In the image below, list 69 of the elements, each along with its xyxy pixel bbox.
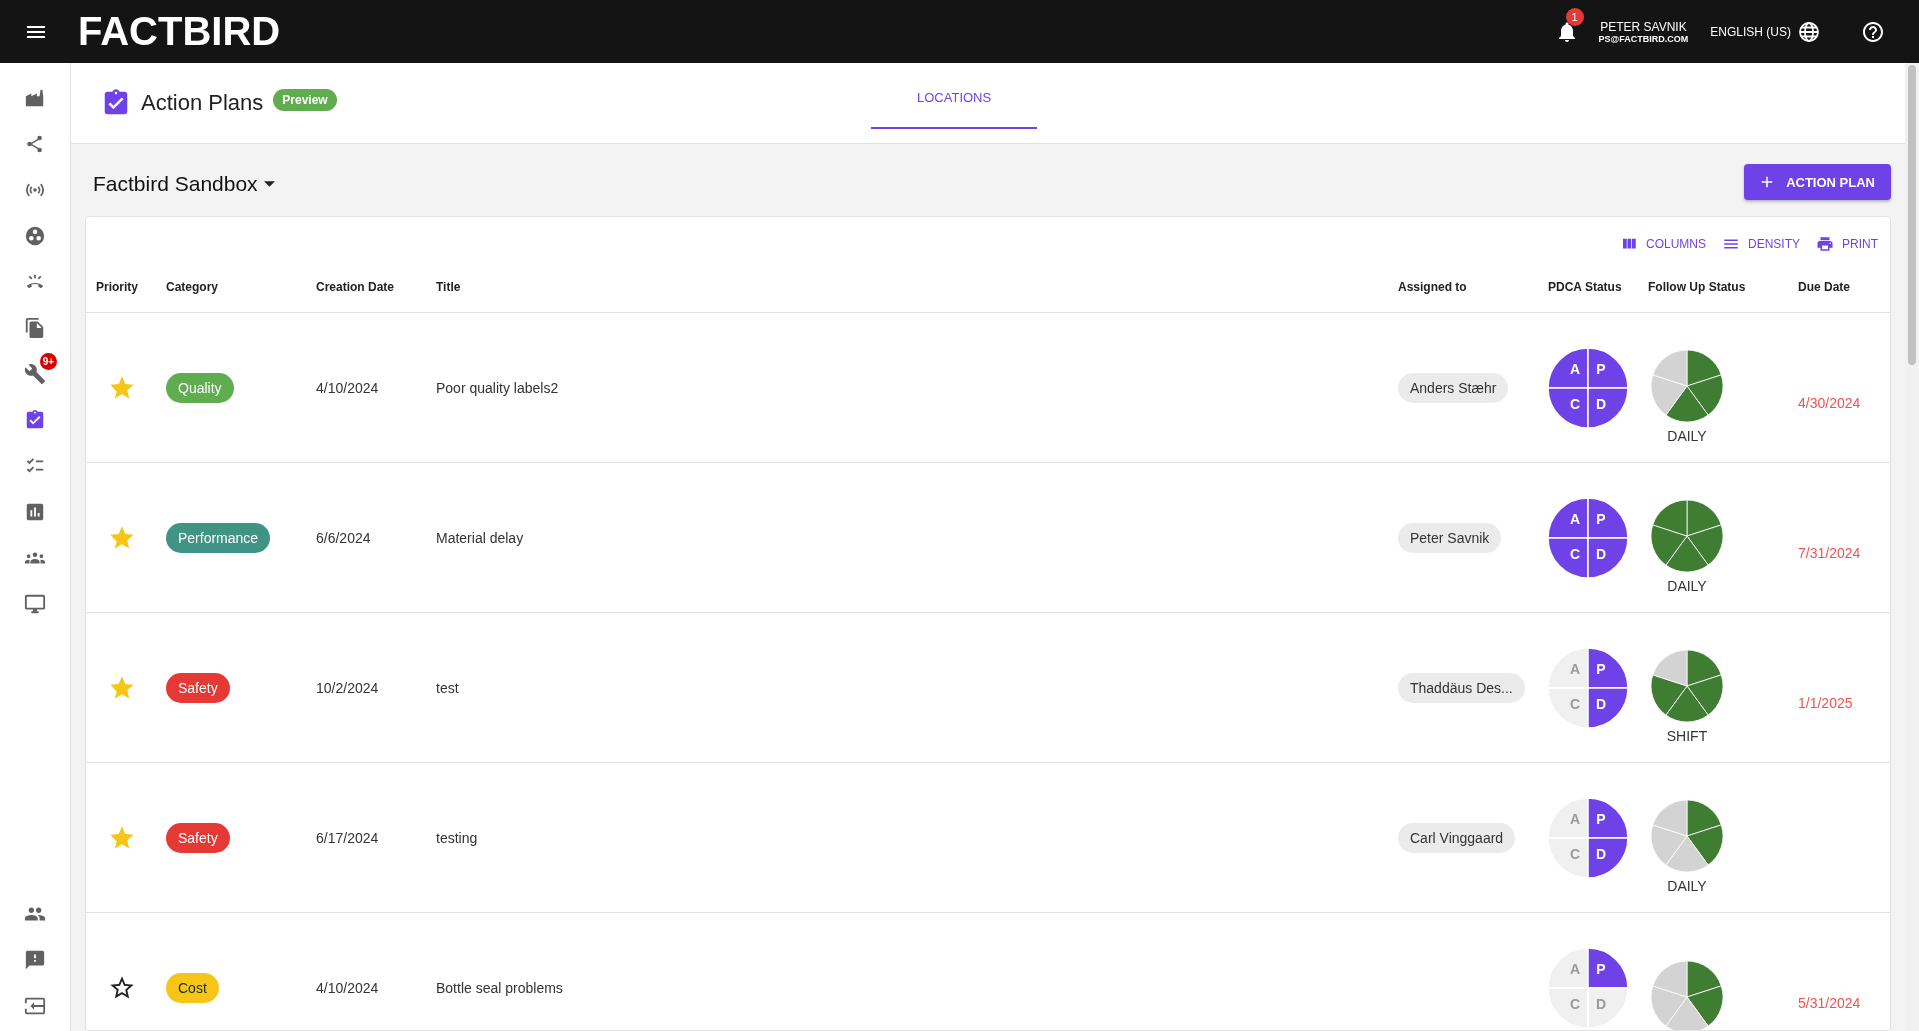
pdca-status-drawing: A P C D	[1548, 497, 1628, 578]
assignee-chip: Carl Vinggaard	[1398, 822, 1516, 853]
follow-up-frequency: DAILY	[1666, 877, 1708, 894]
column-header[interactable]: PDCA Status	[1548, 279, 1648, 294]
clipboard-check-icon	[24, 409, 46, 431]
column-header[interactable]: Category	[166, 279, 316, 294]
bar-chart-icon	[24, 501, 46, 523]
exit-icon	[24, 995, 46, 1017]
action-title: testing	[436, 829, 478, 846]
due-date: 1/1/2025	[1798, 694, 1853, 711]
creation-date: 6/6/2024	[316, 529, 371, 546]
locations-tab[interactable]: LOCATIONS	[871, 63, 1038, 129]
toolbar-button[interactable]: COLUMNS	[1619, 227, 1706, 261]
monitor-icon	[24, 593, 46, 615]
toolbar-button[interactable]: DENSITY	[1722, 227, 1800, 261]
due-date: 4/30/2024	[1798, 394, 1861, 411]
pdca-status-drawing: A P C D	[1548, 947, 1628, 1028]
due-date: 5/31/2024	[1798, 994, 1861, 1011]
column-header[interactable]: Follow Up Status	[1648, 279, 1798, 294]
caret-icon	[263, 181, 275, 187]
category-tag: Safety	[166, 822, 230, 853]
follow-up-frequency: SHIFT	[1665, 727, 1709, 744]
assignee-chip: Anders Stæhr	[1398, 372, 1509, 403]
count-badge: 9+	[40, 353, 57, 370]
action-title: Poor quality labels2	[436, 379, 559, 396]
copy-icon	[24, 317, 46, 339]
category-tag: Cost	[166, 972, 219, 1003]
toolbar-button[interactable]: PRINT	[1816, 227, 1878, 261]
pdca-status-drawing: A P C D	[1548, 797, 1628, 878]
action-title: Bottle seal problems	[436, 979, 563, 996]
column-header[interactable]: Title	[436, 279, 1398, 294]
notification-count: 1	[1565, 7, 1584, 26]
sidebar-item[interactable]: 9+	[13, 353, 57, 395]
feedback-icon	[24, 949, 46, 971]
creation-date: 6/17/2024	[316, 829, 379, 846]
location-dropdown[interactable]: Factbird Sandbox	[93, 164, 275, 196]
follow-up-frequency: DAILY	[1666, 577, 1708, 594]
action-title: test	[436, 679, 459, 696]
creation-date: 10/2/2024	[316, 679, 379, 696]
due-date: 7/31/2024	[1798, 544, 1861, 561]
logo: FACTBIRD	[78, 9, 281, 54]
assignee-chip: Peter Savnik	[1398, 522, 1502, 553]
circle-dots-icon	[24, 225, 46, 247]
category-tag: Safety	[166, 672, 230, 703]
scrollbar[interactable]	[1905, 63, 1919, 1031]
column-header[interactable]: Assigned to	[1398, 279, 1548, 294]
factory-icon	[24, 87, 46, 109]
page-title: Action Plans	[141, 90, 264, 116]
add-action-plan-button[interactable]: ACTION PLAN	[1744, 164, 1891, 200]
wrench-icon	[24, 363, 46, 385]
creation-date: 4/10/2024	[316, 979, 379, 996]
assignee-chip: Thaddäus Des...	[1398, 672, 1525, 703]
language-selector[interactable]: ENGLISH (US)	[1710, 24, 1791, 39]
action-title: Material delay	[436, 529, 524, 546]
pdca-status-drawing: A P C D	[1548, 647, 1628, 728]
column-header[interactable]: Creation Date	[316, 279, 436, 294]
help-icon[interactable]	[1861, 19, 1885, 44]
creation-date: 4/10/2024	[316, 379, 379, 396]
follow-up-frequency: DAILY	[1666, 427, 1708, 444]
user-email: PS@FACTBIRD.COM	[1598, 33, 1689, 44]
category-tag: Performance	[166, 522, 271, 553]
print-icon	[1816, 235, 1834, 253]
pdca-status-drawing: A P C D	[1548, 347, 1628, 428]
preview-badge: Preview	[273, 89, 337, 111]
column-header[interactable]: Priority	[96, 279, 166, 294]
globe-icon[interactable]	[1797, 19, 1821, 44]
category-tag: Quality	[166, 372, 234, 403]
column-header[interactable]: Due Date	[1798, 279, 1890, 294]
user-name[interactable]: PETER SAVNIK	[1600, 19, 1687, 34]
